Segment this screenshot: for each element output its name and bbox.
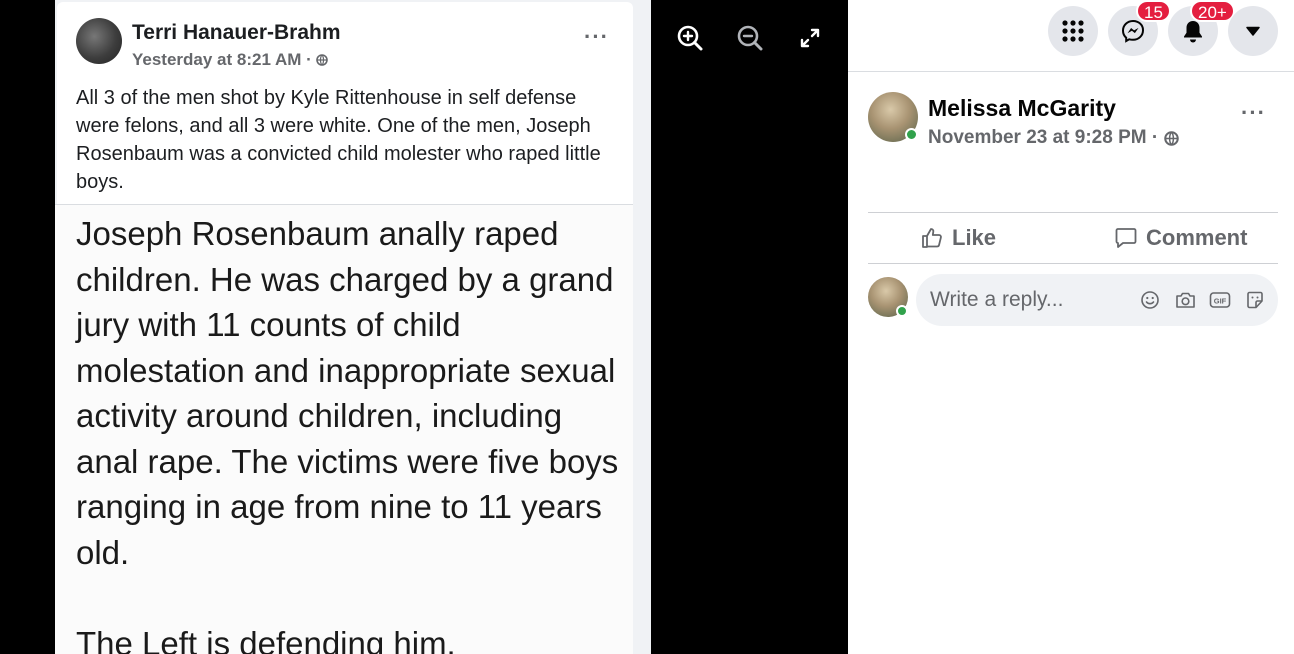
messenger-badge: 15 [1136,0,1171,22]
account-menu-button[interactable] [1228,6,1278,56]
online-status-dot [896,305,908,317]
like-label: Like [952,225,997,250]
post-options-button[interactable]: ··· [1241,100,1266,126]
online-status-dot [905,128,918,141]
post-side-panel: 15 20+ Melissa McGarity November 23 at 9… [848,0,1294,654]
thumbs-up-icon [922,228,942,248]
notifications-button[interactable]: 20+ [1168,0,1235,56]
notifications-badge: 20+ [1190,0,1235,22]
fullscreen-icon[interactable] [794,22,826,54]
screenshot-more-icon: ··· [584,24,609,49]
reply-composer[interactable]: GIF [916,274,1278,326]
screenshot-tweet-text: Joseph Rosenbaum anally raped children. … [76,215,619,654]
screenshot-time-text: Yesterday at 8:21 AM · [132,50,312,69]
post-timestamp: November 23 at 9:28 PM · [928,127,1179,149]
photo-viewer: Terri Hanauer-Brahm Yesterday at 8:21 AM… [0,0,848,654]
screenshot-author-name: Terri Hanauer-Brahm [132,21,341,44]
post-actions-bar: Like Comment [868,212,1278,264]
messenger-icon [1121,19,1145,43]
screenshot-tweet: Joseph Rosenbaum anally raped children. … [55,204,633,654]
caret-down-icon [1246,26,1260,36]
messenger-button[interactable]: 15 [1108,0,1171,56]
comment-label: Comment [1146,225,1248,250]
screenshot-post-time: Yesterday at 8:21 AM · [132,50,328,70]
shared-screenshot-image: Terri Hanauer-Brahm Yesterday at 8:21 AM… [55,0,651,654]
reply-input[interactable] [930,274,1130,326]
zoom-in-icon[interactable] [674,22,706,54]
camera-icon[interactable] [1174,289,1196,311]
top-navigation-bar: 15 20+ [848,0,1294,72]
bell-icon [1184,21,1202,43]
screenshot-post-card: Terri Hanauer-Brahm Yesterday at 8:21 AM… [57,2,633,204]
sticker-icon[interactable] [1244,289,1266,311]
screenshot-post-text: All 3 of the men shot by Kyle Rittenhous… [76,87,601,193]
comment-button[interactable]: Comment [1114,225,1247,251]
globe-icon [1164,130,1179,146]
screenshot-author-avatar [76,18,122,64]
comment-icon [1115,228,1137,248]
zoom-out-icon[interactable] [734,22,766,54]
grid-menu-icon [1062,20,1084,42]
svg-text:GIF: GIF [1214,297,1227,306]
emoji-icon[interactable] [1139,289,1161,311]
globe-icon [316,54,328,66]
post-author-name[interactable]: Melissa McGarity [928,95,1116,122]
grid-menu-button[interactable] [1048,6,1098,56]
post-time-text[interactable]: November 23 at 9:28 PM · [928,127,1158,149]
like-button[interactable]: Like [920,225,996,251]
gif-icon[interactable]: GIF [1209,289,1231,311]
